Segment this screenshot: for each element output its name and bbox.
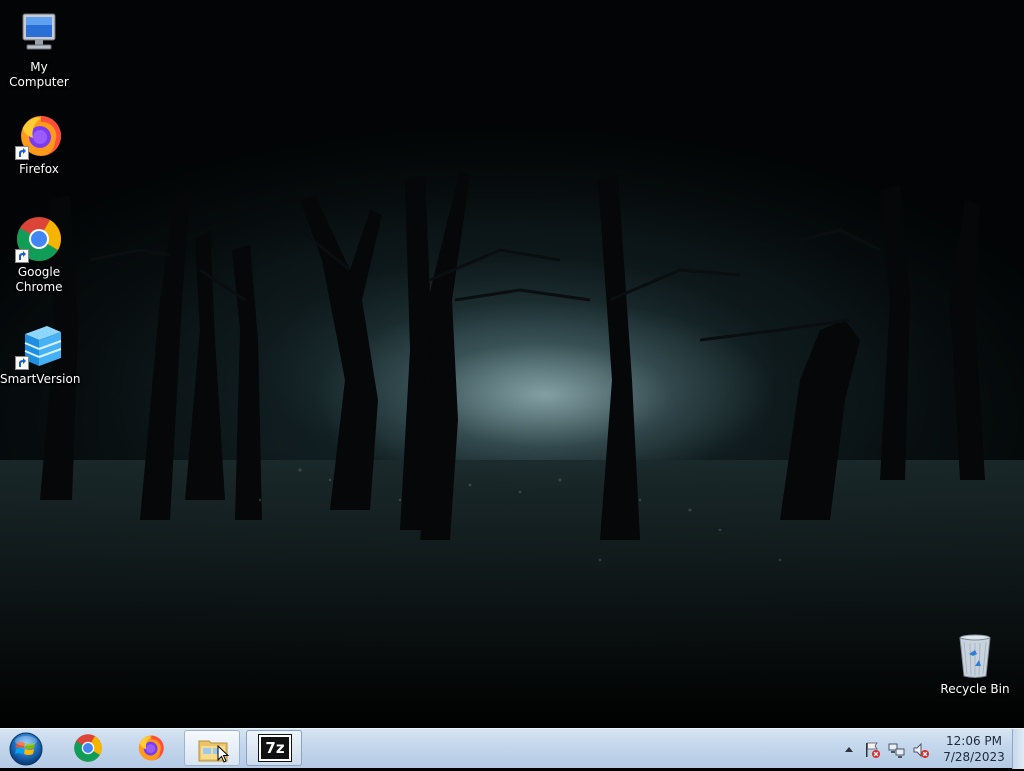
- desktop: My Computer Firefox Google Chrome SmartV…: [0, 0, 1024, 728]
- taskbar-explorer-button[interactable]: [184, 730, 240, 766]
- desktop-icon-label: SmartVersion: [0, 372, 81, 386]
- desktop-icon-label: Firefox: [19, 162, 59, 176]
- network-icon[interactable]: [888, 741, 906, 759]
- 7zip-icon: 7z: [258, 734, 292, 762]
- desktop-icon-google-chrome[interactable]: Google Chrome: [0, 215, 78, 295]
- shortcut-arrow-icon: [15, 356, 29, 370]
- chrome-icon: [15, 215, 63, 263]
- smartversion-icon: [15, 322, 63, 370]
- desktop-icon-label: Google Chrome: [15, 265, 63, 294]
- desktop-icon-label: Recycle Bin: [940, 682, 1010, 696]
- desktop-icon-smartversion[interactable]: SmartVersion: [0, 322, 81, 387]
- taskbar-chrome-button[interactable]: [60, 730, 116, 766]
- taskbar: 7z 12:06 PM 7/28/2023: [0, 728, 1024, 769]
- mouse-cursor-icon: [217, 745, 229, 763]
- taskbar-firefox-button[interactable]: [122, 730, 178, 766]
- clock-date: 7/28/2023: [943, 750, 1005, 764]
- clock-time: 12:06 PM: [946, 734, 1002, 748]
- computer-icon: [15, 10, 63, 58]
- desktop-icon-recycle-bin[interactable]: Recycle Bin: [936, 632, 1014, 697]
- firefox-icon: [138, 735, 164, 761]
- volume-muted-icon[interactable]: [912, 741, 930, 759]
- system-clock[interactable]: 12:06 PM 7/28/2023: [941, 733, 1007, 765]
- firefox-icon: [15, 112, 63, 160]
- start-button[interactable]: [6, 731, 46, 767]
- shortcut-arrow-icon: [15, 249, 29, 263]
- desktop-icon-my-computer[interactable]: My Computer: [0, 10, 78, 90]
- desktop-icon-label: My Computer: [9, 60, 69, 89]
- show-hidden-icons-arrow-icon[interactable]: [844, 745, 854, 753]
- show-desktop-button[interactable]: [1012, 729, 1024, 769]
- 7zip-glyph-text: 7z: [265, 739, 285, 757]
- shortcut-arrow-icon: [15, 146, 29, 160]
- action-center-flag-icon[interactable]: [864, 741, 882, 759]
- windows-start-orb-icon: [9, 732, 43, 766]
- desktop-icon-firefox[interactable]: Firefox: [0, 112, 78, 177]
- taskbar-7zip-button[interactable]: 7z: [246, 730, 302, 766]
- forest-wallpaper: [0, 170, 1024, 728]
- chrome-icon: [74, 734, 102, 762]
- recycle-bin-icon: [951, 632, 999, 680]
